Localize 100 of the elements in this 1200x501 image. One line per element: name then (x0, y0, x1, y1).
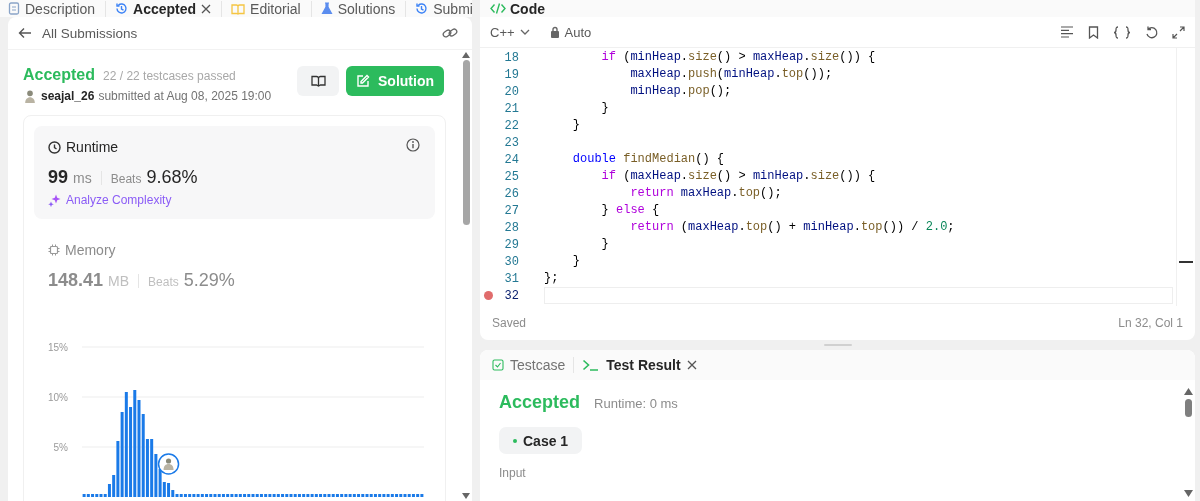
line-number: 25 (503, 169, 519, 184)
close-icon[interactable] (686, 360, 697, 370)
clock-icon (48, 140, 61, 154)
history-icon (115, 2, 129, 15)
line-number: 32 (503, 288, 519, 303)
axis-label: 15% (48, 342, 68, 353)
expand-icon[interactable] (1172, 25, 1185, 39)
code-line: if (minHeap.size() > maxHeap.size()) { (600, 49, 877, 66)
breakpoint-dot[interactable] (484, 291, 493, 300)
case-tab[interactable]: Case 1 (499, 427, 583, 454)
back-link[interactable]: All Submissions (42, 25, 432, 41)
problem-tab[interactable]: Solutions (320, 0, 407, 17)
panel-title: Code (510, 0, 545, 17)
runtime-text: Runtime: 0 ms (594, 396, 678, 411)
cursor-position: Ln 32, Col 1 (1118, 316, 1183, 330)
result-tab[interactable]: Test Result (582, 357, 705, 373)
arrow-down-icon[interactable] (1183, 490, 1193, 497)
username[interactable]: seajal_26 (41, 89, 95, 103)
beats-value: 9.68% (146, 167, 198, 188)
notes-button[interactable] (297, 66, 339, 96)
arrow-up-icon[interactable] (1183, 388, 1193, 395)
problem-tab[interactable]: Accepted (115, 0, 223, 17)
metric-unit: MB (108, 273, 130, 289)
align-left-icon[interactable] (1060, 26, 1074, 38)
problem-tab[interactable]: Description (8, 0, 107, 17)
line-number: 31 (503, 271, 519, 286)
result-tab[interactable]: Testcase (492, 357, 575, 373)
line-number: 29 (503, 237, 519, 252)
line-number: 23 (503, 135, 519, 150)
arrow-up-icon[interactable] (462, 52, 470, 58)
line-number: 20 (503, 84, 519, 99)
line-number: 24 (503, 152, 519, 167)
code-line: return (maxHeap.top() + minHeap.top()) / 2.0; (629, 219, 956, 236)
testcases-text: 22 / 22 testcases passed (103, 69, 236, 83)
sparkle-icon (48, 193, 61, 207)
input-label: Input (499, 466, 527, 480)
save-status: Saved (492, 316, 527, 330)
info-icon[interactable] (406, 138, 420, 152)
metric-label: Runtime (66, 139, 119, 155)
metric-unit: ms (73, 170, 92, 186)
beats-label: Beats (110, 172, 142, 186)
avatar (23, 89, 37, 103)
book-icon (231, 2, 246, 15)
scrollbar-thumb[interactable] (1184, 399, 1192, 417)
code-line: double findMedian() { (571, 151, 726, 168)
code-line: minHeap.pop(); (629, 83, 733, 100)
line-number: 22 (503, 118, 519, 133)
line-number: 27 (503, 203, 519, 218)
metric-label: Memory (65, 242, 116, 258)
flask-icon (320, 2, 333, 15)
language-dropdown[interactable]: C++ (490, 24, 530, 40)
mode-label: Auto (564, 24, 592, 40)
bookmark-icon[interactable] (1088, 25, 1099, 39)
beats-label: Beats (148, 275, 179, 289)
resize-handle[interactable] (823, 344, 852, 346)
close-icon[interactable] (201, 3, 212, 14)
chip-icon (48, 244, 60, 256)
book-icon (310, 75, 326, 87)
code-line: } (571, 117, 581, 134)
analyze-complexity-link[interactable]: Analyze Complexity (66, 193, 172, 207)
code-line: return maxHeap.top(); (629, 185, 783, 202)
terminal-icon (582, 359, 601, 371)
history-icon (415, 2, 429, 15)
problem-tab[interactable]: Editorial (231, 0, 312, 17)
code-line: } (600, 236, 610, 253)
line-number: 28 (503, 220, 519, 235)
line-number: 26 (503, 186, 519, 201)
chevron-down-icon (519, 29, 530, 35)
arrow-left-icon[interactable] (18, 27, 32, 39)
metric-panel[interactable]: Runtime 99 ms Beats 9.68% Analyze Complexity (34, 126, 435, 219)
axis-label: 10% (48, 392, 68, 403)
undo-icon[interactable] (1145, 25, 1158, 39)
verdict-text: Accepted (499, 392, 581, 413)
axis-label: 5% (53, 442, 68, 453)
document-icon (8, 2, 20, 15)
metric-value: 99 (48, 167, 69, 188)
code-line: }; (544, 270, 560, 287)
code-line: maxHeap.push(minHeap.top()); (629, 66, 834, 83)
submitted-text: submitted at Aug 08, 2025 19:00 (98, 89, 272, 103)
edit-icon (356, 74, 370, 88)
line-number: 30 (503, 254, 519, 269)
status-text: Accepted (23, 66, 96, 84)
line-number: 19 (503, 67, 519, 82)
code-line: } (571, 253, 581, 270)
scroll-marker (1179, 261, 1193, 263)
checkbox-icon (492, 359, 504, 371)
user-marker (157, 453, 180, 475)
lock-icon (549, 26, 560, 38)
line-number: 21 (503, 101, 519, 116)
code-icon (490, 3, 506, 14)
beats-value: 5.29% (183, 270, 235, 291)
metric-value: 148.41 (48, 270, 104, 291)
link-icon[interactable] (442, 26, 458, 40)
code-line: } else { (600, 202, 661, 219)
line-number: 18 (503, 50, 519, 65)
code-line: } (600, 100, 610, 117)
arrow-down-icon[interactable] (462, 493, 470, 499)
scrollbar-thumb[interactable] (462, 60, 470, 225)
braces-icon[interactable] (1113, 25, 1131, 39)
code-line: if (maxHeap.size() > minHeap.size()) { (600, 168, 877, 185)
